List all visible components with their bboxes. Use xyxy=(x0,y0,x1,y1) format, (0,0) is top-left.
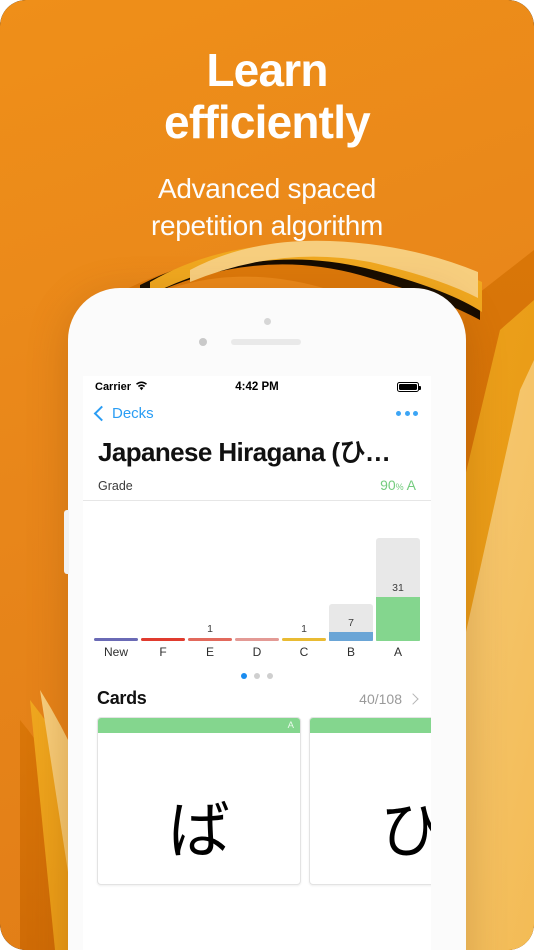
app-screen: Carrier 4:42 PM Decks Japanese Hiragana … xyxy=(83,376,431,950)
volume-button[interactable] xyxy=(64,510,69,574)
grade-letter: A xyxy=(406,477,416,493)
grade-percent-symbol: % xyxy=(395,482,404,492)
card-tiles-list[interactable]: A ば ひ xyxy=(83,717,431,885)
cards-section-header[interactable]: Cards 40/108 xyxy=(83,688,431,717)
bar-count-e: 1 xyxy=(207,623,213,635)
chart-bars: 1 1 7 31 xyxy=(94,513,420,641)
more-options-icon[interactable] xyxy=(396,410,418,416)
tile-grade-bar xyxy=(310,718,431,733)
page-indicator[interactable] xyxy=(83,659,431,688)
axis-label-c: C xyxy=(299,645,309,659)
bar-f xyxy=(141,638,185,641)
bar-c xyxy=(282,638,326,641)
bar-count-b: 7 xyxy=(348,617,354,629)
wifi-icon xyxy=(135,380,148,394)
axis-label-e: E xyxy=(205,645,214,659)
bar-a xyxy=(376,597,420,641)
app-store-screenshot: Learn efficiently Advanced spaced repeti… xyxy=(0,0,534,950)
grade-distribution-chart[interactable]: 1 1 7 31 xyxy=(94,501,420,641)
battery-full-icon xyxy=(397,382,421,392)
bar-slot-e: 1 xyxy=(188,513,232,641)
grade-percent: 90 xyxy=(380,477,396,493)
list-item[interactable]: A ば xyxy=(97,717,301,885)
bar-d xyxy=(235,638,279,641)
list-item[interactable]: ひ xyxy=(309,717,431,885)
bar-count-c: 1 xyxy=(301,623,307,635)
bar-count-a: 31 xyxy=(392,582,404,594)
bar-slot-c: 1 xyxy=(282,513,326,641)
chevron-right-icon xyxy=(407,692,419,705)
front-camera-icon xyxy=(199,338,207,346)
tile-grade-bar: A xyxy=(98,718,300,733)
cards-count: 40/108 xyxy=(359,690,402,707)
cards-count-link[interactable]: 40/108 xyxy=(359,690,419,707)
bar-track-b: 7 xyxy=(329,604,373,641)
earpiece-speaker xyxy=(231,339,301,345)
bar-slot-f xyxy=(141,513,185,641)
cards-title: Cards xyxy=(97,688,147,708)
page-dot-2[interactable] xyxy=(254,673,260,679)
navigation-bar: Decks xyxy=(83,398,431,428)
tile-glyph: ば xyxy=(167,796,230,866)
page-dot-3[interactable] xyxy=(267,673,273,679)
back-to-decks-button[interactable]: Decks xyxy=(93,404,154,422)
page-dot-1[interactable] xyxy=(241,673,247,679)
axis-label-f: F xyxy=(159,645,167,659)
tile-grade-label: A xyxy=(287,720,294,731)
axis-label-new: New xyxy=(103,645,128,659)
phone-mockup: Carrier 4:42 PM Decks Japanese Hiragana … xyxy=(64,288,466,950)
back-label: Decks xyxy=(112,404,154,422)
chart-axis-labels: New F E D C B A xyxy=(94,645,420,659)
axis-label-b: B xyxy=(346,645,355,659)
bar-slot-a: 31 xyxy=(376,513,420,641)
status-bar: Carrier 4:42 PM xyxy=(83,376,431,398)
bar-track-a: 31 xyxy=(376,538,420,641)
bar-e xyxy=(188,638,232,641)
chevron-left-icon xyxy=(93,405,110,421)
status-time: 4:42 PM xyxy=(235,381,279,393)
deck-title: Japanese Hiragana (ひ… xyxy=(98,437,391,467)
proximity-sensor-icon xyxy=(264,318,271,325)
carrier-label: Carrier xyxy=(95,381,132,393)
grade-row: Grade 90% A xyxy=(83,475,431,501)
bar-slot-new xyxy=(94,513,138,641)
grade-value: 90% A xyxy=(380,477,416,493)
axis-label-d: D xyxy=(252,645,262,659)
bar-slot-b: 7 xyxy=(329,513,373,641)
bar-b xyxy=(329,632,373,641)
tile-glyph: ひ xyxy=(310,733,431,884)
bar-new xyxy=(94,638,138,641)
bar-slot-d xyxy=(235,513,279,641)
axis-label-a: A xyxy=(393,645,402,659)
grade-label: Grade xyxy=(98,479,133,493)
